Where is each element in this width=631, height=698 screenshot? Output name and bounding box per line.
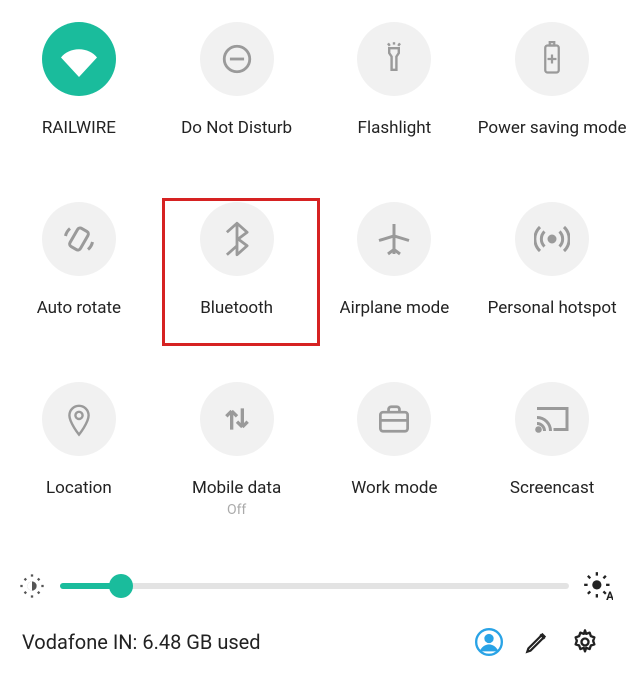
tile-label: Screencast (510, 478, 595, 498)
tile-label: RAILWIRE (42, 118, 116, 138)
tile-work-mode[interactable]: Work mode (316, 370, 474, 550)
battery-icon (515, 22, 589, 96)
tile-auto-rotate[interactable]: Auto rotate (0, 190, 158, 370)
tile-label: Auto rotate (37, 298, 121, 318)
brightness-row: A (0, 556, 631, 616)
bottom-bar: Vodafone IN: 6.48 GB used (0, 616, 631, 666)
tile-label: Work mode (351, 478, 437, 498)
tile-airplane[interactable]: Airplane mode (316, 190, 474, 370)
data-usage-text: Vodafone IN: 6.48 GB used (22, 630, 465, 654)
tile-hotspot[interactable]: Personal hotspot (473, 190, 631, 370)
tile-label: Location (46, 478, 112, 498)
svg-text:A: A (606, 589, 613, 601)
tile-label: Personal hotspot (488, 298, 617, 318)
tile-flashlight[interactable]: Flashlight (316, 10, 474, 190)
dnd-icon (200, 22, 274, 96)
brightness-low-icon (18, 572, 46, 600)
briefcase-icon (357, 382, 431, 456)
tile-bluetooth[interactable]: Bluetooth (158, 190, 316, 370)
mobile-data-icon (200, 382, 274, 456)
tile-dnd[interactable]: Do Not Disturb (158, 10, 316, 190)
rotate-icon (42, 202, 116, 276)
quick-settings-grid: RAILWIRE Do Not Disturb Flashlight Power… (0, 0, 631, 550)
airplane-icon (357, 202, 431, 276)
edit-button[interactable] (513, 629, 561, 655)
hotspot-icon (515, 202, 589, 276)
tile-label: Airplane mode (340, 298, 450, 318)
flashlight-icon (357, 22, 431, 96)
tile-label: Mobile data (192, 478, 281, 498)
tile-sublabel: Off (227, 502, 246, 518)
tile-label: Bluetooth (200, 298, 273, 318)
settings-button[interactable] (561, 628, 609, 656)
bluetooth-icon (200, 202, 274, 276)
location-icon (42, 382, 116, 456)
tile-wifi[interactable]: RAILWIRE (0, 10, 158, 190)
user-button[interactable] (465, 628, 513, 656)
tile-mobile-data[interactable]: Mobile data Off (158, 370, 316, 550)
slider-thumb[interactable] (109, 574, 133, 598)
tile-power-saving[interactable]: Power saving mode (473, 10, 631, 190)
tile-location[interactable]: Location (0, 370, 158, 550)
cast-icon (515, 382, 589, 456)
tile-screencast[interactable]: Screencast (473, 370, 631, 550)
tile-label: Do Not Disturb (181, 118, 292, 138)
auto-brightness-icon[interactable]: A (583, 571, 613, 601)
brightness-slider[interactable] (60, 583, 569, 589)
tile-label: Flashlight (358, 118, 432, 138)
tile-label: Power saving mode (478, 118, 627, 138)
wifi-icon (42, 22, 116, 96)
